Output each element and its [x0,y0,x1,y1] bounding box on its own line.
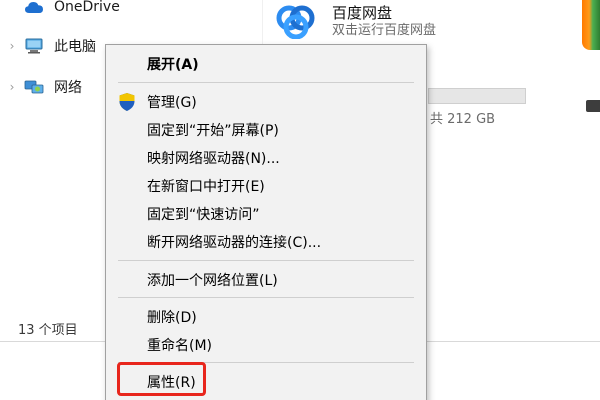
menu-item-pin-start[interactable]: 固定到“开始”屏幕(P) [107,116,425,144]
chevron-right-icon[interactable]: › [0,80,24,94]
menu-item-label: 删除(D) [147,310,197,326]
menu-item-expand[interactable]: 展开(A) [107,50,425,78]
app-title: 百度网盘 [332,4,393,22]
menu-separator [118,297,414,298]
menu-item-rename[interactable]: 重命名(M) [107,331,425,359]
shield-icon [107,92,147,112]
app-icon-partial[interactable] [582,0,600,50]
menu-item-label: 展开(A) [147,57,199,73]
app-tile-baidu-netdisk[interactable]: 百度网盘 双击运行百度网盘 [272,0,436,44]
menu-item-label: 断开网络驱动器的连接(C)... [147,235,322,251]
menu-item-label: 固定到“开始”屏幕(P) [147,123,279,139]
menu-item-label: 添加一个网络位置(L) [147,273,278,289]
screen: OneDrive › 此电脑 › 网络 百度网盘 双击运行百度网盘 共 212 … [0,0,600,400]
menu-icon-slot [107,335,147,355]
menu-item-open-new-window[interactable]: 在新窗口中打开(E) [107,172,425,200]
menu-item-add-network-location[interactable]: 添加一个网络位置(L) [107,266,425,294]
drive-usage-bar [428,88,526,104]
network-icon [24,77,50,97]
menu-icon-slot [107,204,147,224]
nav-item-label: OneDrive [54,0,120,15]
menu-item-pin-quick-access[interactable]: 固定到“快速访问” [107,200,425,228]
menu-item-label: 在新窗口中打开(E) [147,179,265,195]
properties-highlight-box [117,362,206,396]
menu-item-map-drive[interactable]: 映射网络驱动器(N)... [107,144,425,172]
context-menu: 展开(A) 管理(G) 固定到“开始”屏幕(P) 映射网络驱动器(N)... 在… [105,44,427,400]
menu-item-disconnect-drive[interactable]: 断开网络驱动器的连接(C)... [107,228,425,256]
menu-item-delete[interactable]: 删除(D) [107,303,425,331]
menu-icon-slot [107,307,147,327]
menu-item-label: 映射网络驱动器(N)... [147,151,280,167]
baidu-netdisk-icon [272,2,320,42]
menu-icon-slot [107,54,147,74]
app-subtitle: 双击运行百度网盘 [332,23,437,38]
menu-item-manage[interactable]: 管理(G) [107,88,425,116]
menu-icon-slot [107,176,147,196]
menu-item-label: 固定到“快速访问” [147,207,260,223]
nav-item-label: 此电脑 [54,39,96,55]
menu-icon-slot [107,232,147,252]
item-count: 13 个项目 [18,322,78,338]
computer-icon [24,36,50,56]
nav-item-onedrive[interactable]: OneDrive [0,0,260,20]
nav-item-label: 网络 [54,80,82,96]
chevron-right-icon[interactable]: › [0,39,24,53]
menu-item-label: 重命名(M) [147,338,213,354]
menu-separator [118,260,414,261]
drive-icon-partial[interactable] [586,100,600,112]
menu-icon-slot [107,270,147,290]
menu-icon-slot [107,120,147,140]
menu-item-label: 管理(G) [147,95,197,111]
menu-separator [118,82,414,83]
drive-size-text: 共 212 GB [430,112,496,127]
cloud-icon [24,0,50,17]
menu-icon-slot [107,148,147,168]
